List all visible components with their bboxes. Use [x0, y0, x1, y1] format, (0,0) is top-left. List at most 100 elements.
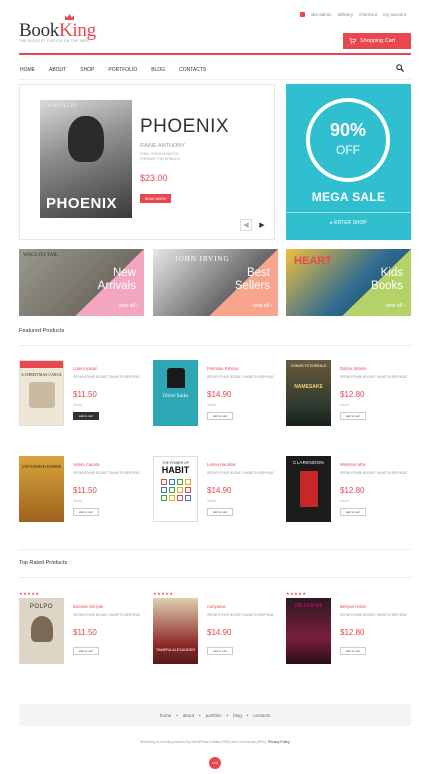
privacy-policy-link[interactable]: Privacy Policy [268, 740, 290, 744]
product-cover[interactable]: CLARENDON [286, 456, 331, 522]
top-link-checkout[interactable]: checkout [359, 12, 377, 17]
banner-cover-text: WAGS ITS TAIL [23, 253, 59, 258]
banner-best-sellers[interactable]: JOHN IRVING Best Sellers view all › [153, 249, 278, 316]
product-details-link[interactable]: details [73, 403, 82, 407]
add-to-cart-button[interactable]: add to cart [207, 412, 233, 420]
cover-title: A CHRISTMAS CAROL [20, 372, 63, 377]
product-card[interactable]: ★★★★★ TAMERA ALEXANDER Cariyasue ЛЕРАЕНТ… [153, 591, 281, 680]
hero-book-cover[interactable]: A NOVEL BY PHOENIX [40, 100, 132, 218]
cover-portrait [68, 116, 104, 162]
banner-cover-text: JOHN IRVING [175, 255, 230, 263]
cover-title: DIE FOR ME [294, 604, 323, 609]
hero-author: RAINE ANTHONY [140, 143, 185, 149]
footer-sep: • [226, 712, 229, 718]
top-link-delivery[interactable]: delivery [338, 12, 354, 17]
product-cover[interactable]: UNFINISHED EMPIRE [19, 456, 64, 522]
banner-view-all[interactable]: view all › [386, 303, 405, 309]
nav-contacts[interactable]: CONTACTS [178, 67, 207, 73]
product-card[interactable]: ★★★★★ POLPO Doertas Geriyas ЛЕРАЕНТНИЕ В… [19, 591, 147, 680]
footer-link-blog[interactable]: blog [233, 713, 242, 718]
nav-home[interactable]: HOME [19, 67, 36, 73]
cover-title: POLPO [29, 604, 54, 610]
product-name[interactable]: Winterus Mox [340, 462, 366, 467]
product-details-link[interactable]: details [73, 499, 82, 503]
footer-link-home[interactable]: home [160, 713, 171, 718]
nav-blog[interactable]: BLOG [150, 67, 166, 73]
cover-illustration [166, 368, 185, 388]
add-to-cart-button[interactable]: add to cart [340, 412, 366, 420]
search-icon[interactable] [396, 64, 404, 72]
banner-kids-books[interactable]: HEART Kids Books view all › [286, 249, 411, 316]
product-card[interactable]: THE POWER OF HABIT Letrea Haoritas ЛЕРАЕ… [153, 456, 281, 538]
banner-new-arrivals[interactable]: WAGS ITS TAIL New Arrivals view all › [19, 249, 144, 316]
product-cover[interactable]: POLPO [19, 598, 64, 664]
product-cover[interactable]: CONOR FITZGERALD NAMESAKE [286, 360, 331, 426]
add-to-cart-button[interactable]: add to cart [340, 647, 366, 655]
enter-shop-label: ENTER SHOP [334, 220, 367, 226]
product-cover[interactable]: Oliver Sacks [153, 360, 198, 426]
product-name[interactable]: Doertas Geriyas [73, 604, 103, 609]
product-name[interactable]: Beriyus Holos [340, 604, 366, 609]
footer-sep: • [246, 712, 249, 718]
add-to-cart-button[interactable]: add to cart [207, 647, 233, 655]
product-name[interactable]: Lorem Ipsum [73, 366, 97, 371]
product-name[interactable]: Fermitae Rilocus [207, 366, 238, 371]
footer-sep: • [176, 712, 178, 718]
product-card[interactable]: ★★★★★ DIE FOR ME Beriyus Holos ЛЕРАЕНТНИ… [286, 591, 414, 680]
shopping-cart-button[interactable]: Shopping Cart [343, 33, 411, 49]
cover-title: UNFINISHED EMPIRE [21, 464, 62, 469]
back-to-top-button[interactable]: TOP [209, 757, 221, 769]
section-divider [19, 549, 411, 550]
product-details-link[interactable]: details [340, 403, 349, 407]
nav-shop[interactable]: SHOP [79, 67, 95, 73]
banner-view-all[interactable]: view all › [253, 303, 272, 309]
product-details-link[interactable]: details [340, 499, 349, 503]
footer-link-about[interactable]: about [183, 713, 194, 718]
product-card[interactable]: CLARENDON Winterus Mox ЛЕРАЕНТНИЕ ВООКЕ … [286, 456, 414, 538]
product-name[interactable]: Letrea Haoritas [207, 462, 236, 467]
product-cover[interactable]: TAMERA ALEXANDER [153, 598, 198, 664]
product-card[interactable]: Oliver Sacks Fermitae Rilocus ЛЕРАЕНТНИЕ… [153, 360, 281, 442]
add-to-cart-button[interactable]: add to cart [73, 647, 99, 655]
prev-arrow-button[interactable]: ◀ [240, 219, 252, 231]
product-details-link[interactable]: details [207, 499, 216, 503]
banner-cover-text: HEART [294, 255, 332, 267]
product-name[interactable]: Dolore Sitame [340, 366, 367, 371]
product-desc: ЛЕРАЕНТНИЕ ВООКЕ ПАКНЕТИ ВЕРНЕАС [207, 613, 275, 617]
product-cover[interactable]: A CHRISTMAS CAROL [19, 360, 64, 426]
product-name[interactable]: Velure Caenta [73, 462, 100, 467]
product-price: $14.90 [207, 390, 232, 399]
hero-title: PHOENIX [140, 116, 230, 137]
product-card[interactable]: CONOR FITZGERALD NAMESAKE Dolore Sitame … [286, 360, 414, 442]
main-nav: HOME ABOUT SHOP PORTFOLIO BLOG CONTACTS [19, 60, 411, 80]
nav-about[interactable]: ABOUT [48, 67, 67, 73]
hero-read-more-button[interactable]: READ MORE [140, 194, 171, 203]
crown-icon [65, 14, 74, 20]
view-all-label: view all [118, 303, 135, 309]
footer-link-portfolio[interactable]: portfolio [206, 713, 222, 718]
add-to-cart-button[interactable]: add to cart [207, 508, 233, 516]
product-name[interactable]: Cariyasue [207, 604, 226, 609]
product-cover[interactable]: THE POWER OF HABIT [153, 456, 198, 522]
cover-title: CLARENDON [293, 460, 324, 465]
footer-link-contacts[interactable]: contacts [253, 713, 270, 718]
product-card[interactable]: A CHRISTMAS CAROL Lorem Ipsum ЛЕРАЕНТНИЕ… [19, 360, 147, 442]
product-cover[interactable]: DIE FOR ME [286, 598, 331, 664]
enter-shop-link[interactable]: ▸ ENTER SHOP [286, 220, 411, 226]
top-link-my-account[interactable]: my account [383, 12, 406, 17]
nav-portfolio[interactable]: PORTFOLIO [107, 67, 138, 73]
rating-stars: ★★★★★ [19, 591, 40, 596]
top-link-site-admin[interactable]: site admin [311, 12, 332, 17]
add-to-cart-button[interactable]: add to cart [340, 508, 366, 516]
add-to-cart-button[interactable]: add to cart [73, 508, 99, 516]
banner-view-all[interactable]: view all › [119, 303, 138, 309]
product-price: $11.50 [73, 628, 97, 637]
add-to-cart-button[interactable]: add to cart [73, 412, 99, 420]
next-arrow-button[interactable]: ▶ [256, 219, 268, 231]
product-card[interactable]: UNFINISHED EMPIRE Velure Caenta ЛЕРАЕНТН… [19, 456, 147, 538]
product-details-link[interactable]: details [207, 403, 216, 407]
cover-title: HABIT [161, 465, 190, 475]
cover-author: CONOR FITZGERALD [290, 364, 327, 368]
rating-stars: ★★★★★ [153, 591, 174, 596]
view-all-label: view all [252, 303, 269, 309]
